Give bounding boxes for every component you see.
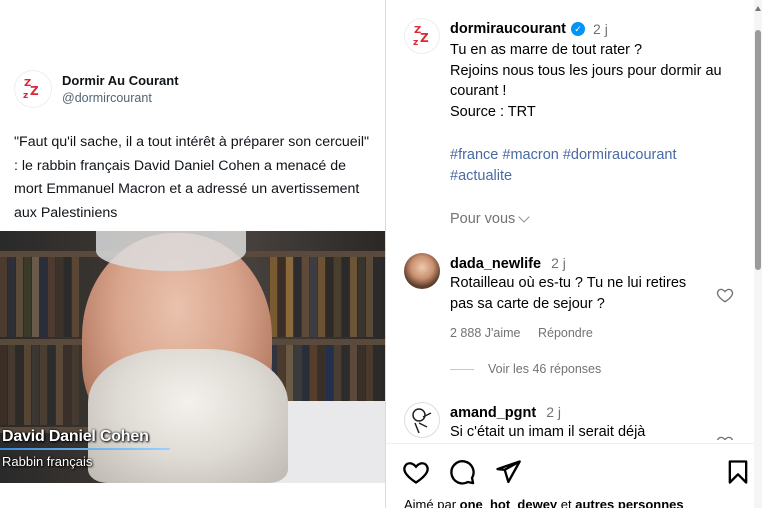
comment-time[interactable]: 2 j <box>551 255 566 271</box>
comment-icon[interactable] <box>448 458 476 486</box>
post-time[interactable]: 2 j <box>593 21 608 37</box>
hashtag-link[interactable]: #france <box>450 147 498 163</box>
video-caption-title: Rabbin français <box>2 454 93 469</box>
actions-divider <box>386 443 762 444</box>
tweet-handle[interactable]: @dormircourant <box>62 91 179 105</box>
heart-icon[interactable] <box>402 458 430 486</box>
comment-likes[interactable]: 2 888 J'aime <box>450 326 520 340</box>
tweet-card: Z Z z Dormir Au Courant @dormircourant "… <box>0 0 386 508</box>
for-you-toggle[interactable]: Pour vous <box>450 211 530 227</box>
instagram-post-panel: Z Z z dormiraucourant ✓ 2 j Tu en as mar… <box>386 0 762 508</box>
post-hashtags: #france #macron #dormiraucourant #actual… <box>450 145 750 186</box>
liked-by-text: Aimé par one_hot_dewey et autres personn… <box>404 497 684 508</box>
hashtag-link[interactable]: #actualite <box>450 168 512 184</box>
scrollbar-thumb[interactable] <box>755 30 761 270</box>
chevron-down-icon <box>518 211 530 223</box>
post-caption: Tu en as marre de tout rater ? Rejoins n… <box>450 42 722 120</box>
post-author-username[interactable]: dormiraucourant <box>450 21 566 37</box>
post-author-avatar[interactable]: Z Z z <box>404 18 440 54</box>
scroll-up-icon[interactable] <box>755 6 761 11</box>
liked-by-user[interactable]: one_hot_dewey <box>460 497 558 508</box>
view-replies-button[interactable]: Voir les 46 réponses <box>450 362 601 376</box>
comment-avatar[interactable] <box>404 402 440 438</box>
sketch-avatar-icon <box>412 408 432 434</box>
tweet-video[interactable]: David Daniel Cohen Rabbin français <box>0 231 385 483</box>
hashtag-link[interactable]: #dormiraucourant <box>563 147 677 163</box>
comment-time[interactable]: 2 j <box>546 404 561 420</box>
tweet-display-name[interactable]: Dormir Au Courant <box>62 73 179 88</box>
tweet-header: Z Z z Dormir Au Courant @dormircourant <box>14 70 179 108</box>
reply-button[interactable]: Répondre <box>538 326 593 340</box>
comment-avatar[interactable] <box>404 253 440 289</box>
caption-divider <box>0 448 170 450</box>
send-icon[interactable] <box>494 458 522 486</box>
tweet-text: "Faut qu'il sache, il a tout intérêt à p… <box>14 134 370 221</box>
bookmark-icon[interactable] <box>724 458 752 486</box>
scrollbar[interactable] <box>754 0 762 508</box>
comment-text: Rotailleau où es-tu ? Tu ne lui retires … <box>450 275 687 312</box>
comment-heart-icon[interactable] <box>716 286 734 304</box>
verified-badge-icon: ✓ <box>571 22 586 36</box>
hashtag-link[interactable]: #macron <box>502 147 558 163</box>
video-caption-name: David Daniel Cohen <box>2 428 149 445</box>
comment-username[interactable]: amand_pgnt <box>450 405 536 421</box>
comment-username[interactable]: dada_newlife <box>450 256 541 272</box>
liked-by-others[interactable]: autres personnes <box>575 497 683 508</box>
tweet-avatar[interactable]: Z Z z <box>14 70 52 108</box>
